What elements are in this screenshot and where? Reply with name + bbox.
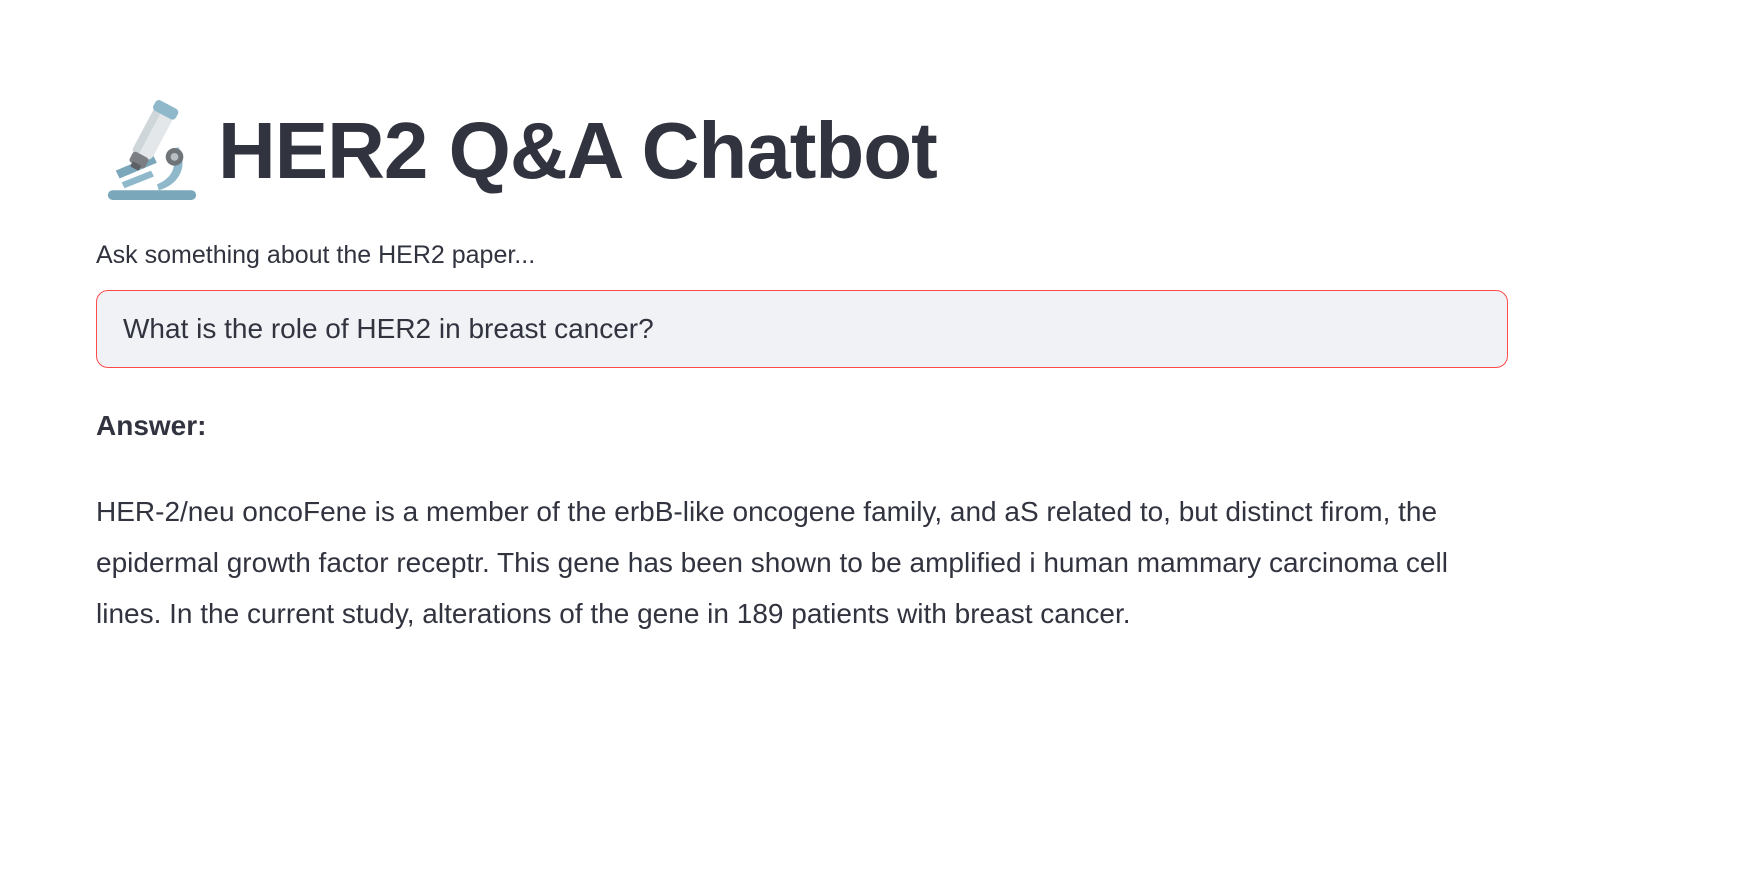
- page-title: HER2 Q&A Chatbot: [218, 106, 938, 195]
- title-row: HER2 Q&A Chatbot: [102, 96, 938, 206]
- answer-text: HER-2/neu oncoFene is a member of the er…: [96, 496, 1448, 629]
- question-label: Ask something about the HER2 paper...: [96, 241, 536, 269]
- app-root: HER2 Q&A Chatbot Ask something about the…: [0, 0, 1760, 874]
- microscope-icon: [107, 100, 197, 200]
- question-input[interactable]: [96, 290, 1508, 368]
- answer-heading: Answer:: [96, 410, 207, 441]
